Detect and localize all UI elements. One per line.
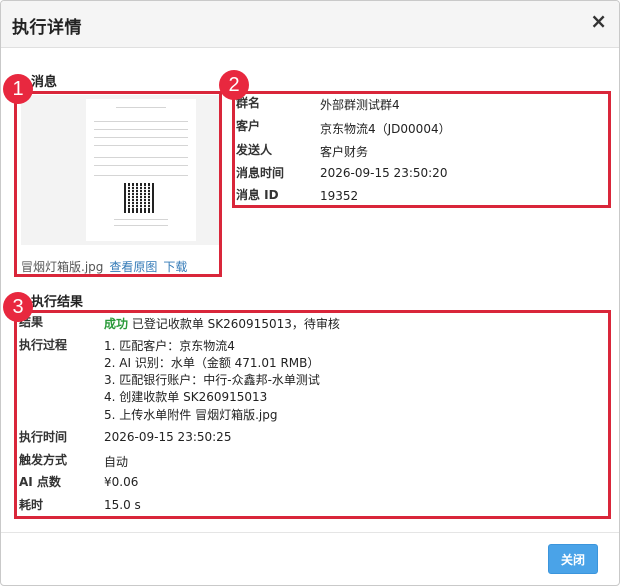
ai-points-value: ¥0.06 bbox=[104, 475, 139, 489]
result-text: 已登记收款单 SK260915013，待审核 bbox=[131, 317, 340, 331]
customer-label: 客户 bbox=[236, 119, 261, 133]
message-time-value: 2026-09-15 23:50:20 bbox=[320, 166, 448, 180]
receipt-document-preview bbox=[86, 99, 196, 241]
sender-value: 客户财务 bbox=[320, 145, 369, 159]
duration-value: 15.0 s bbox=[104, 498, 141, 512]
process-step-4: 4. 创建收款单 SK260915013 bbox=[104, 390, 268, 404]
annotation-badge-2: 2 bbox=[219, 70, 249, 100]
customer-value: 京东物流4（JD00004） bbox=[320, 122, 451, 136]
qr-code-icon bbox=[124, 183, 154, 213]
success-status: 成功 bbox=[104, 317, 129, 331]
message-id-label: 消息 ID bbox=[236, 188, 279, 202]
group-name-value: 外部群测试群4 bbox=[320, 98, 400, 112]
footer-divider bbox=[1, 532, 619, 533]
dialog-header: 执行详情 × bbox=[1, 1, 619, 48]
close-icon[interactable]: × bbox=[590, 11, 607, 31]
message-image-thumbnail[interactable] bbox=[21, 95, 219, 245]
process-step-2: 2. AI 识别：水单（金额 471.01 RMB） bbox=[104, 356, 320, 370]
view-original-link[interactable]: 查看原图 bbox=[109, 260, 157, 274]
message-time-label: 消息时间 bbox=[236, 166, 285, 180]
result-value: 成功 已登记收款单 SK260915013，待审核 bbox=[104, 315, 340, 332]
attachment-file-name: 冒烟灯箱版.jpg bbox=[21, 260, 104, 274]
trigger-mode-value: 自动 bbox=[104, 455, 129, 469]
annotation-box-2 bbox=[232, 91, 611, 208]
close-button[interactable]: 关闭 bbox=[548, 544, 598, 574]
execution-time-label: 执行时间 bbox=[19, 430, 68, 444]
attachment-row: 冒烟灯箱版.jpg 查看原图 下载 bbox=[21, 258, 187, 275]
message-id-value: 19352 bbox=[320, 189, 359, 203]
process-step-3: 3. 匹配银行账户：中行-众鑫邦-水单测试 bbox=[104, 373, 320, 387]
sender-label: 发送人 bbox=[236, 143, 273, 157]
annotation-badge-3: 3 bbox=[3, 292, 33, 322]
annotation-badge-1: 1 bbox=[3, 74, 33, 104]
duration-label: 耗时 bbox=[19, 498, 44, 512]
execution-detail-dialog: 执行详情 × 消息 冒烟灯箱版.jpg 查看原图 下载 群名 外部群测试群4 客户 … bbox=[0, 0, 620, 586]
result-section-title: 执行结果 bbox=[31, 295, 84, 310]
process-step-1: 1. 匹配客户：京东物流4 bbox=[104, 339, 235, 353]
dialog-title: 执行详情 bbox=[12, 18, 82, 38]
ai-points-label: AI 点数 bbox=[19, 475, 61, 489]
process-step-5: 5. 上传水单附件 冒烟灯箱版.jpg bbox=[104, 408, 278, 422]
execution-time-value: 2026-09-15 23:50:25 bbox=[104, 430, 232, 444]
message-section-title: 消息 bbox=[31, 75, 58, 90]
process-label: 执行过程 bbox=[19, 338, 68, 352]
download-link[interactable]: 下载 bbox=[163, 260, 187, 274]
trigger-mode-label: 触发方式 bbox=[19, 453, 68, 467]
